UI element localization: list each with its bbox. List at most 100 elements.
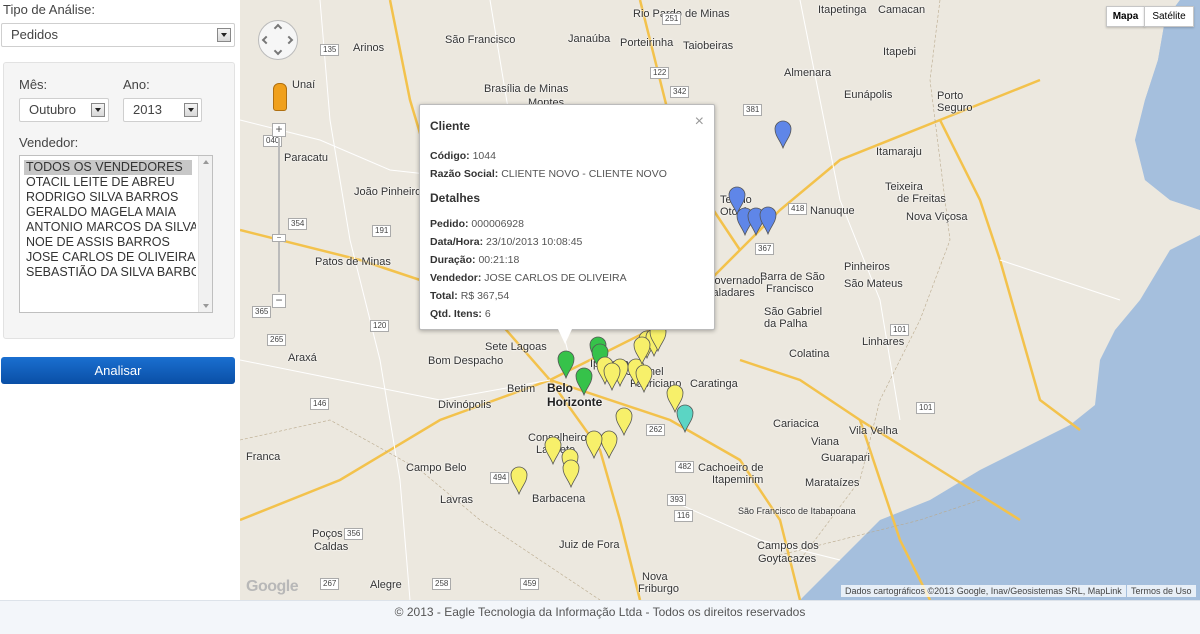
scroll-up-icon[interactable] xyxy=(203,160,209,164)
marker-shape[interactable] xyxy=(600,430,618,460)
field-label: Total: xyxy=(430,290,458,302)
field-value: 00:21:18 xyxy=(478,254,520,266)
map-marker-icon[interactable] xyxy=(575,367,593,397)
zoom-slider-track[interactable] xyxy=(278,138,280,292)
field-value: 1044 xyxy=(472,150,496,162)
map-marker-icon[interactable] xyxy=(615,407,633,437)
map-marker-icon[interactable] xyxy=(585,430,603,460)
map-marker-icon[interactable] xyxy=(557,350,575,380)
marker-shape[interactable] xyxy=(774,120,792,150)
zoom-out-button[interactable]: − xyxy=(272,294,286,308)
map-marker-icon[interactable] xyxy=(510,466,528,496)
zoom-in-button[interactable]: + xyxy=(272,123,286,137)
field-value: JOSE CARLOS DE OLIVEIRA xyxy=(484,272,627,284)
month-value: Outubro xyxy=(29,102,76,117)
marker-shape[interactable] xyxy=(562,459,580,489)
field-value: CLIENTE NOVO - CLIENTE NOVO xyxy=(501,168,667,180)
field-value: 000006928 xyxy=(471,218,524,230)
seller-listbox[interactable]: TODOS OS VENDEDORES OTACIL LEITE DE ABRE… xyxy=(19,155,213,313)
chevron-down-icon xyxy=(184,103,198,117)
qty-row: Qtd. Itens: 6 xyxy=(430,305,714,323)
field-label: Qtd. Itens: xyxy=(430,308,482,320)
year-value: 2013 xyxy=(133,102,162,117)
analysis-type-value: Pedidos xyxy=(11,27,58,42)
chevron-down-icon xyxy=(91,103,105,117)
seller-option[interactable]: NOE DE ASSIS BARROS xyxy=(20,235,196,250)
details-section-title: Detalhes xyxy=(430,191,481,205)
marker-shape[interactable] xyxy=(575,367,593,397)
pegman-icon[interactable] xyxy=(273,83,287,111)
marker-shape[interactable] xyxy=(510,466,528,496)
marker-shape[interactable] xyxy=(615,407,633,437)
map-marker-icon[interactable] xyxy=(603,362,621,392)
analysis-type-label: Tipo de Análise: xyxy=(3,2,96,17)
map-marker-icon[interactable] xyxy=(635,364,653,394)
field-label: Data/Hora: xyxy=(430,236,484,248)
seller-label: Vendedor: xyxy=(19,135,79,150)
map-marker-icon[interactable] xyxy=(544,436,562,466)
seller-option[interactable]: OTACIL LEITE DE ABREU xyxy=(20,175,196,190)
total-row: Total: R$ 367,54 xyxy=(430,287,714,305)
client-code-row: Código: 1044 xyxy=(430,147,714,165)
field-value: 23/10/2013 10:08:45 xyxy=(486,236,583,248)
map-marker-icon[interactable] xyxy=(676,404,694,434)
seller-row: Vendedor: JOSE CARLOS DE OLIVEIRA xyxy=(430,269,714,287)
map-canvas[interactable]: Arinos São Francisco Brasília de Minas M… xyxy=(240,0,1200,600)
seller-list: TODOS OS VENDEDORES OTACIL LEITE DE ABRE… xyxy=(20,160,212,280)
seller-option[interactable]: TODOS OS VENDEDORES xyxy=(24,160,192,175)
seller-option[interactable]: ANTONIO MARCOS DA SILVA xyxy=(20,220,196,235)
map-credits: Dados cartográficos ©2013 Google, Inav/G… xyxy=(841,585,1126,597)
marker-shape[interactable] xyxy=(557,350,575,380)
pan-left-icon[interactable] xyxy=(261,35,271,45)
field-label: Pedido: xyxy=(430,218,469,230)
pan-control[interactable] xyxy=(258,20,298,60)
pan-down-icon[interactable] xyxy=(273,46,283,56)
map-marker-icon[interactable] xyxy=(600,430,618,460)
field-label: Razão Social: xyxy=(430,168,499,180)
marker-shape[interactable] xyxy=(676,404,694,434)
marker-shape[interactable] xyxy=(544,436,562,466)
company-name-row: Razão Social: CLIENTE NOVO - CLIENTE NOV… xyxy=(430,165,714,183)
seller-option[interactable]: JOSE CARLOS DE OLIVEIRA xyxy=(20,250,196,265)
google-logo[interactable]: Google xyxy=(246,578,299,596)
field-label: Duração: xyxy=(430,254,476,266)
field-value: 6 xyxy=(484,308,491,320)
map-marker-icon[interactable] xyxy=(562,459,580,489)
analyze-button[interactable]: Analisar xyxy=(1,357,235,384)
seller-scrollbar[interactable] xyxy=(198,156,212,312)
client-section-title: Cliente xyxy=(430,119,471,133)
order-row: Pedido: 000006928 xyxy=(430,215,714,233)
seller-option[interactable]: GERALDO MAGELA MAIA xyxy=(20,205,196,220)
marker-shape[interactable] xyxy=(603,362,621,392)
map-marker-icon[interactable] xyxy=(774,120,792,150)
seller-option[interactable]: RODRIGO SILVA BARROS xyxy=(20,190,196,205)
info-window: × Cliente Código: 1044 Razão Social: CLI… xyxy=(419,104,715,344)
month-label: Mês: xyxy=(19,77,48,92)
chevron-down-icon xyxy=(217,28,231,42)
map-type-map-button[interactable]: Mapa xyxy=(1106,6,1145,27)
field-label: Vendedor: xyxy=(430,272,482,284)
duration-row: Duração: 00:21:18 xyxy=(430,251,714,269)
zoom-slider-handle[interactable]: − xyxy=(272,234,286,242)
datetime-row: Data/Hora: 23/10/2013 10:08:45 xyxy=(430,233,714,251)
field-label: Código: xyxy=(430,150,470,162)
marker-shape[interactable] xyxy=(585,430,603,460)
filter-panel: Tipo de Análise: Pedidos Mês: Ano: Outub… xyxy=(0,0,240,600)
seller-option[interactable]: SEBASTIÃO DA SILVA BARBOSA xyxy=(20,265,196,280)
marker-layer xyxy=(510,120,792,496)
map-marker-icon[interactable] xyxy=(759,206,777,236)
close-icon[interactable]: × xyxy=(695,113,704,131)
pan-right-icon[interactable] xyxy=(284,35,294,45)
info-window-pointer xyxy=(558,329,572,344)
field-value: R$ 367,54 xyxy=(460,290,510,302)
pan-up-icon[interactable] xyxy=(273,23,283,33)
analysis-type-select[interactable]: Pedidos xyxy=(1,23,235,47)
scroll-down-icon[interactable] xyxy=(203,304,209,308)
year-select[interactable]: 2013 xyxy=(123,98,202,122)
map-type-satellite-button[interactable]: Satélite xyxy=(1144,6,1194,27)
marker-shape[interactable] xyxy=(635,364,653,394)
marker-shape[interactable] xyxy=(759,206,777,236)
terms-link[interactable]: Termos de Uso xyxy=(1127,585,1196,597)
footer: © 2013 - Eagle Tecnologia da Informação … xyxy=(0,600,1200,634)
month-select[interactable]: Outubro xyxy=(19,98,109,122)
